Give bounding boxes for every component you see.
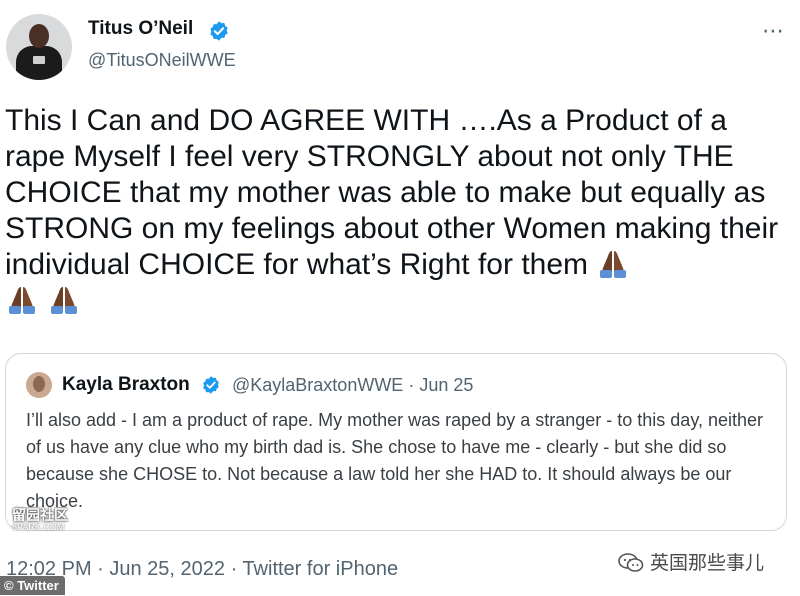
wechat-watermark: 英国那些事儿 (618, 548, 764, 575)
folded-hands-emoji (51, 287, 78, 314)
tweet-body: This I Can and DO AGREE WITH ….As a Prod… (5, 103, 795, 319)
author-avatar[interactable] (6, 14, 72, 80)
quoted-tweet[interactable]: Kayla Braxton @KaylaBraxtonWWE · Jun 25 … (5, 353, 787, 531)
verified-badge-icon (210, 21, 228, 41)
quoted-author-meta[interactable]: @KaylaBraxtonWWE · Jun 25 (232, 375, 473, 396)
author-name[interactable]: Titus O’Neil (88, 18, 193, 40)
quoted-author-avatar[interactable] (26, 372, 52, 398)
verified-badge-icon (203, 376, 219, 394)
folded-hands-emoji (600, 251, 627, 278)
wechat-watermark-text: 英国那些事儿 (650, 553, 765, 574)
more-icon[interactable]: ⋯ (762, 18, 785, 44)
twitter-credit-badge: © Twitter (0, 576, 65, 595)
author-handle[interactable]: @TitusONeilWWE (88, 50, 236, 71)
quoted-author-name[interactable]: Kayla Braxton (62, 374, 190, 396)
folded-hands-emoji (9, 287, 35, 314)
watermark-domain: 6PARK.COM (12, 522, 65, 532)
tweet-text: This I Can and DO AGREE WITH ….As a Prod… (5, 104, 779, 281)
quoted-tweet-text: I’ll also add - I am a product of rape. … (26, 410, 764, 511)
wechat-icon (618, 553, 644, 572)
